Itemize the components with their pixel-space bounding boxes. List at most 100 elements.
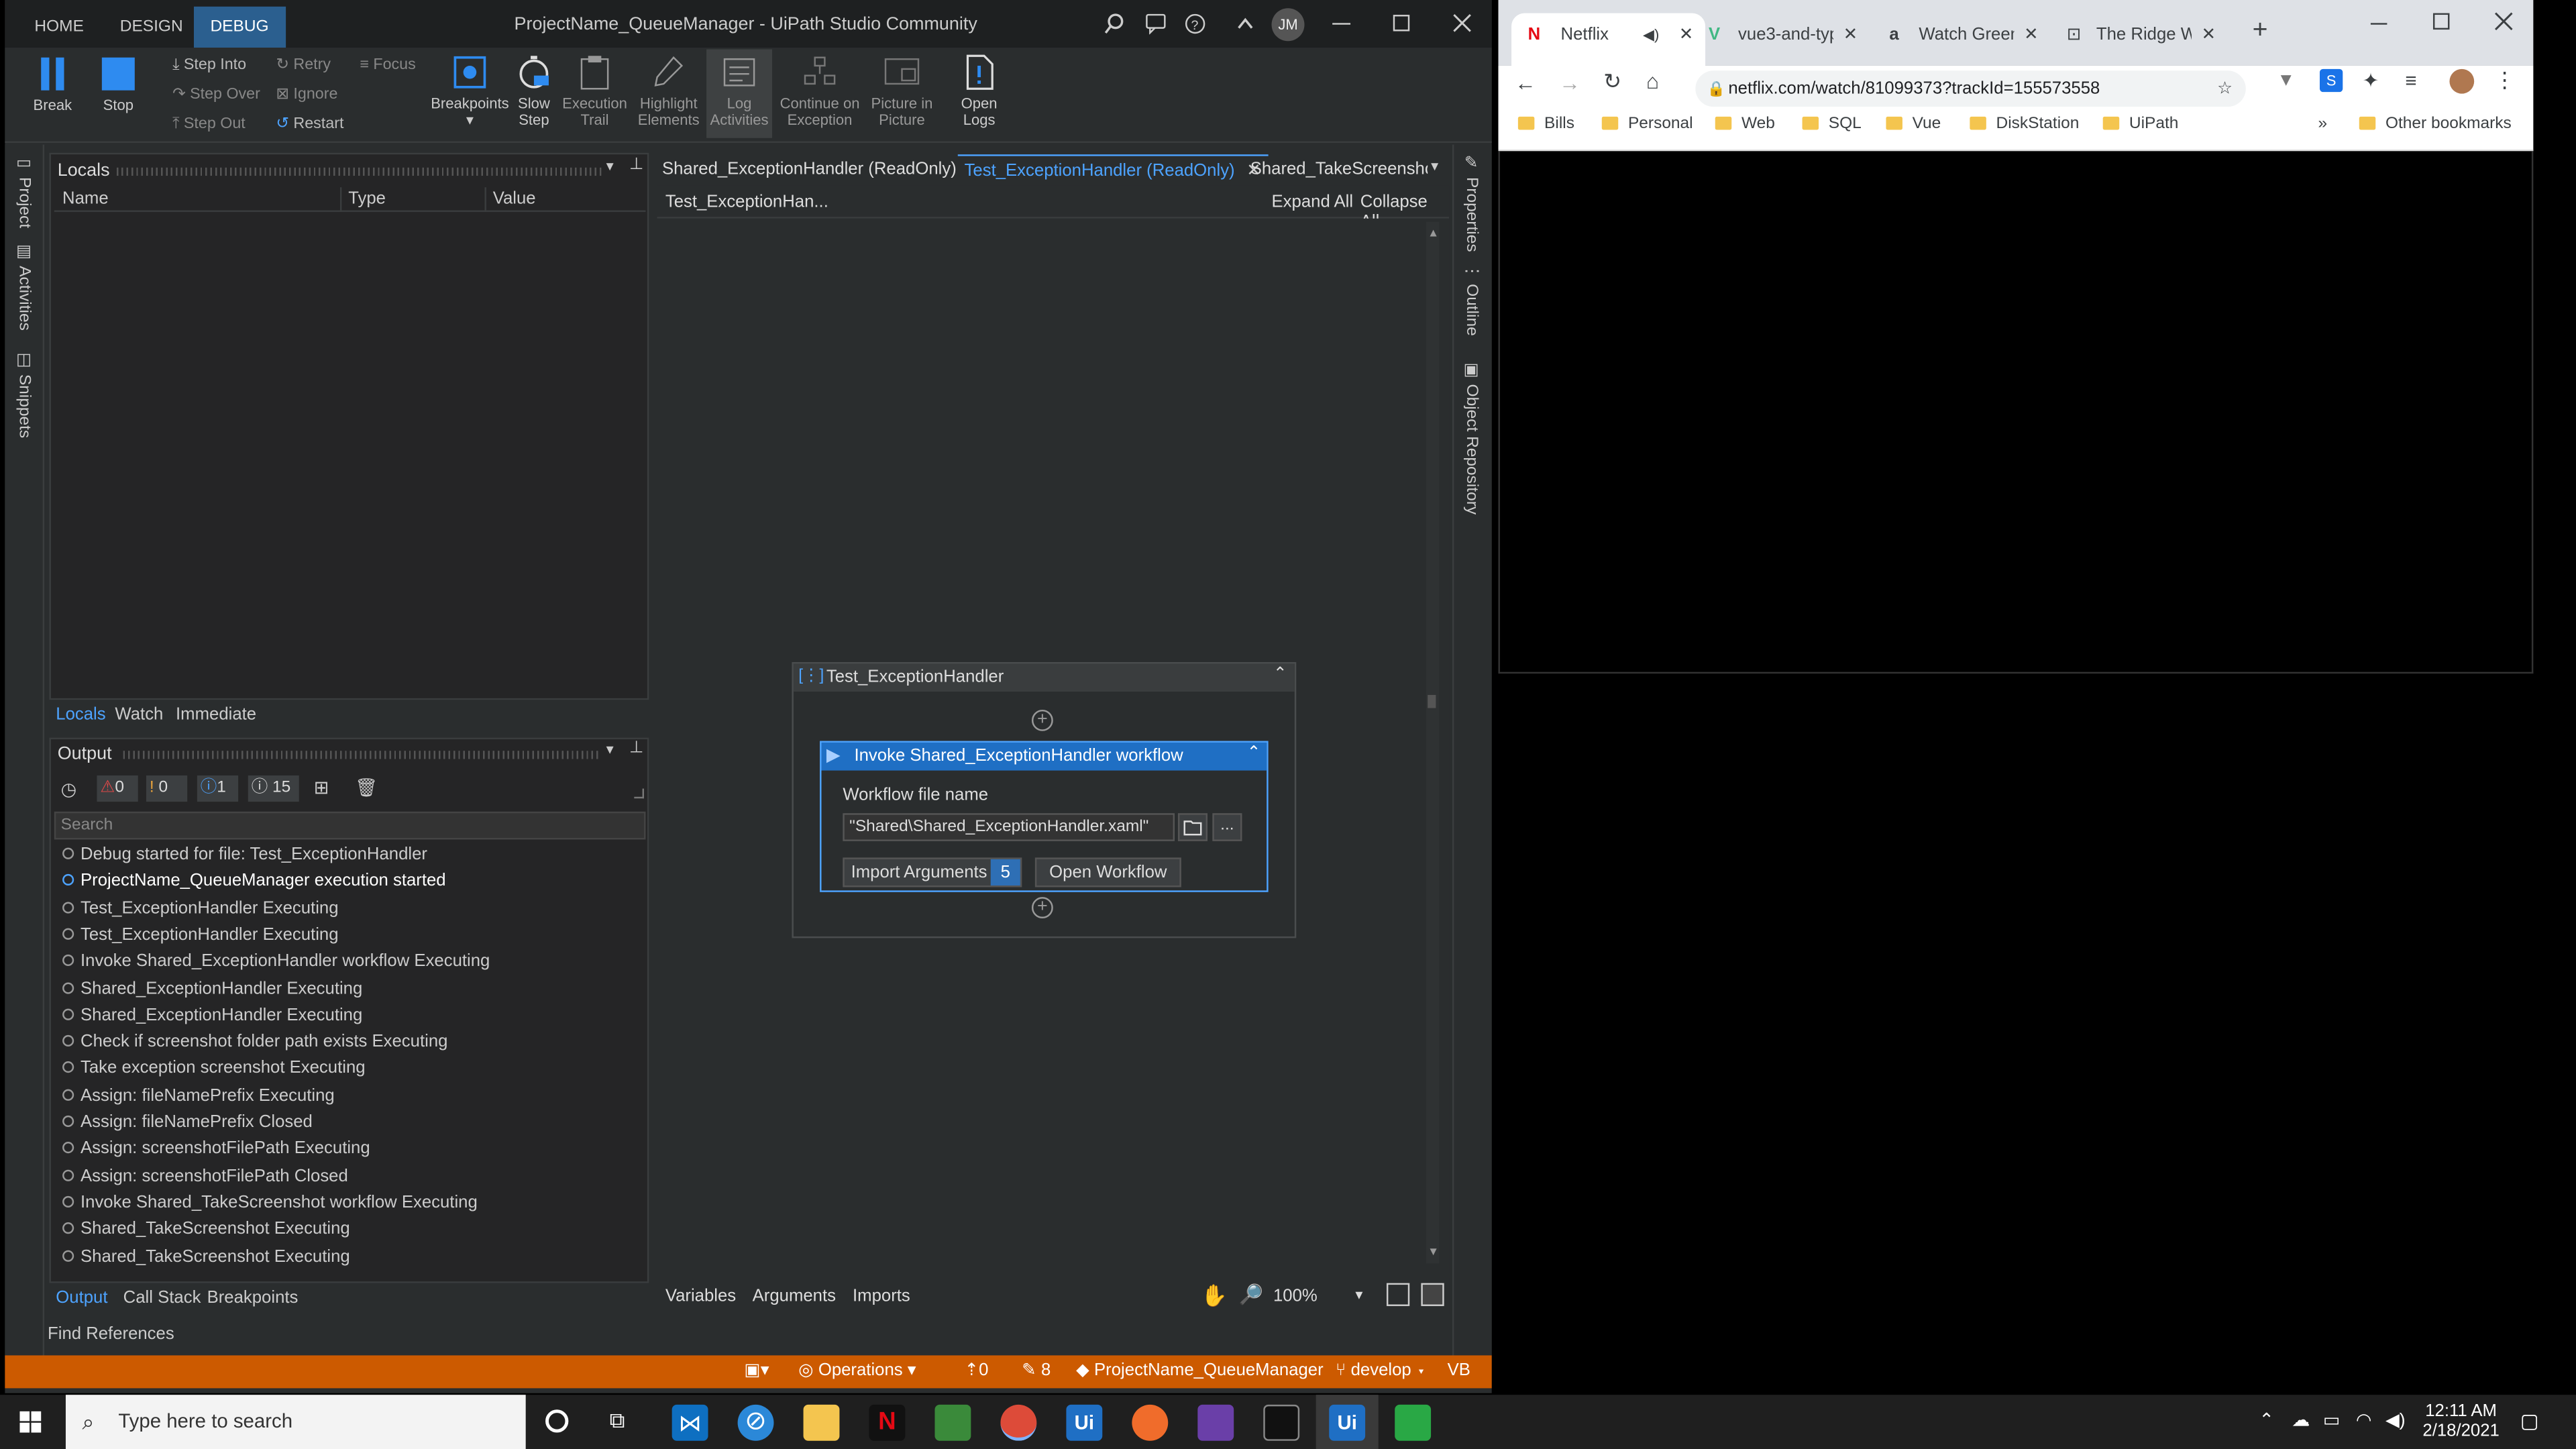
maximize-icon[interactable] [1393, 15, 1410, 32]
output-log-row[interactable]: Assign: fileNamePrefix Closed [62, 1112, 313, 1132]
breakpoints-button[interactable]: Breakpoints ▾ [429, 54, 511, 128]
uipath-studio-taskbar-icon[interactable]: Ui [1329, 1404, 1366, 1441]
vertical-scrollbar[interactable]: ▲ ▼ [1426, 221, 1440, 1264]
add-activity-icon[interactable]: + [1031, 709, 1053, 731]
tab-locals[interactable]: Locals [56, 705, 105, 724]
other-bookmarks[interactable]: Other bookmarks [2359, 115, 2512, 133]
volume-icon[interactable]: ◀) [2385, 1409, 2406, 1431]
collapse-ribbon-icon[interactable] [1237, 16, 1253, 30]
sequence-collapse-icon[interactable]: ⌃ [1273, 665, 1287, 684]
more-options-button[interactable]: ... [1212, 813, 1242, 841]
output-log-row[interactable]: Invoke Shared_TakeScreenshot workflow Ex… [62, 1193, 478, 1212]
doc-tab-shared-takescreenshot[interactable]: Shared_TakeScreenshot ( [1244, 154, 1428, 184]
chrome-tab-amazon[interactable]: a Watch Green ✕ [1889, 13, 2061, 66]
sidebar-object-repository[interactable]: ▣ Object Repository [1462, 362, 1481, 515]
close-icon[interactable] [1452, 13, 1472, 33]
windows-start-icon[interactable] [19, 1411, 42, 1434]
minimize-icon[interactable] [2370, 23, 2387, 25]
skype-extension-icon[interactable]: S [2319, 68, 2343, 93]
minimize-icon[interactable] [1332, 23, 1351, 25]
locals-column-type[interactable]: Type [348, 189, 386, 209]
breadcrumb[interactable]: Test_ExceptionHan... [665, 193, 828, 212]
output-log-row[interactable]: Debug started for file: Test_ExceptionHa… [62, 845, 427, 864]
locals-dropdown-icon[interactable]: ▾ [606, 158, 614, 176]
pan-hand-icon[interactable]: ✋ [1201, 1283, 1228, 1309]
output-grip[interactable] [123, 751, 602, 759]
column-divider[interactable] [339, 187, 342, 212]
uipath-assistant-taskbar-icon[interactable]: Ui [1066, 1404, 1103, 1441]
doc-tab-test-exceptionhandler[interactable]: Test_ExceptionHandler (ReadOnly) ✕ [957, 154, 1268, 184]
chrome-tab-netflix[interactable]: N Netflix ◀) ✕ [1511, 13, 1706, 66]
overview-icon[interactable] [1421, 1283, 1444, 1306]
search-icon[interactable] [1104, 13, 1126, 35]
zoom-icon[interactable]: 🔎 [1239, 1283, 1264, 1306]
highlight-elements-button[interactable]: Highlight Elements [633, 54, 705, 128]
ignore-button[interactable]: ⊠ Ignore [276, 85, 337, 103]
output-log-row[interactable]: Assign: screenshotFilePath Closed [62, 1166, 348, 1185]
picture-in-picture-button[interactable]: Picture in Picture [867, 54, 936, 128]
clock-filter-icon[interactable]: ◷ [61, 779, 77, 800]
imports-tab[interactable]: Imports [853, 1287, 910, 1306]
cortana-icon[interactable] [545, 1409, 569, 1433]
warnings-filter[interactable]: ! 0 [146, 775, 188, 802]
sidebar-project[interactable]: ▭ Project [15, 154, 33, 228]
tabs-overflow-icon[interactable]: ▾ [1431, 158, 1438, 176]
tab-home[interactable]: HOME [18, 7, 100, 48]
media-player-taskbar-icon[interactable] [1395, 1404, 1432, 1441]
sequence-container[interactable]: [⋮] Test_ExceptionHandler ⌃ + ▶ Invoke S… [792, 661, 1297, 938]
audio-icon[interactable]: ◀) [1643, 13, 1659, 56]
operations-menu[interactable]: ◎ Operations ▾ [798, 1360, 916, 1380]
tab-watch[interactable]: Watch [115, 705, 163, 724]
wifi-icon[interactable]: ◠ [2356, 1409, 2372, 1431]
step-over-button[interactable]: ↷ Step Over [172, 85, 260, 103]
chrome-tab-ridge[interactable]: ⊡ The Ridge W ✕ [2067, 13, 2239, 66]
clock[interactable]: 12:11 AM 2/18/2021 [2422, 1401, 2501, 1441]
locals-column-name[interactable]: Name [62, 189, 109, 209]
break-button[interactable]: Break [32, 56, 74, 113]
close-tab-icon[interactable]: ✕ [1679, 13, 1694, 56]
terminal-taskbar-icon[interactable] [1263, 1404, 1300, 1441]
output-log-row[interactable]: Test_ExceptionHandler Executing [62, 925, 339, 945]
forward-icon[interactable]: → [1559, 70, 1580, 95]
output-log-row[interactable]: Check if screenshot folder path exists E… [62, 1032, 447, 1052]
tab-call-stack[interactable]: Call Stack [123, 1288, 201, 1307]
home-icon[interactable]: ⌂ [1646, 69, 1659, 94]
close-tab-icon[interactable]: ✕ [1843, 13, 1858, 56]
workflow-file-name-input[interactable]: "Shared\Shared_ExceptionHandler.xaml" [843, 813, 1175, 841]
resize-grip[interactable] [634, 788, 645, 799]
fit-to-screen-icon[interactable] [1386, 1283, 1410, 1306]
variables-tab[interactable]: Variables [665, 1287, 736, 1306]
action-center-icon[interactable]: ▢ [2520, 1409, 2539, 1432]
stop-button[interactable]: Stop [97, 56, 140, 113]
postman-taskbar-icon[interactable] [1132, 1404, 1169, 1441]
column-divider[interactable] [484, 187, 486, 212]
output-log-row[interactable]: Invoke Shared_ExceptionHandler workflow … [62, 951, 490, 971]
output-search-input[interactable]: Search [54, 811, 646, 840]
open-workflow-button[interactable]: Open Workflow [1034, 857, 1181, 888]
errors-filter[interactable]: ⚠0 [97, 775, 138, 802]
output-log-row[interactable]: Shared_TakeScreenshot Executing [62, 1220, 350, 1239]
find-references-tab[interactable]: Find References [48, 1324, 174, 1344]
locals-column-value[interactable]: Value [493, 189, 536, 209]
open-logs-button[interactable]: Open Logs [955, 54, 1004, 128]
feedback-icon[interactable] [1145, 13, 1167, 35]
output-log-row[interactable]: Shared_TakeScreenshot Executing [62, 1246, 350, 1266]
back-icon[interactable]: ← [1515, 70, 1536, 95]
task-view-icon[interactable]: ⧉ [610, 1408, 625, 1434]
show-hidden-icons[interactable]: ⌃ [2259, 1409, 2274, 1431]
output-log-row[interactable]: Assign: screenshotFilePath Executing [62, 1139, 370, 1159]
bookmark-vue[interactable]: Vue [1886, 115, 1941, 133]
chrome-menu-icon[interactable]: ⋮ [2494, 67, 2516, 93]
reload-icon[interactable]: ↻ [1603, 69, 1621, 95]
output-log-row[interactable]: Shared_ExceptionHandler Executing [62, 978, 362, 998]
tool-taskbar-icon[interactable] [934, 1404, 971, 1441]
output-log-row[interactable]: Take exception screenshot Executing [62, 1059, 366, 1079]
close-tab-icon[interactable]: ✕ [2024, 13, 2039, 56]
sidebar-outline[interactable]: ⋮ Outline [1462, 263, 1481, 336]
sidebar-properties[interactable]: ✎ Properties [1462, 154, 1481, 252]
git-branch[interactable]: ⑂ develop ▾ [1336, 1360, 1426, 1380]
vscode-taskbar-icon[interactable]: ⋈ [672, 1404, 708, 1441]
extensions-puzzle-icon[interactable]: ✦ [2363, 69, 2379, 92]
vpn-extension-icon[interactable]: ▼ [2277, 70, 2295, 90]
info-filter[interactable]: ⓘ1 [197, 775, 239, 802]
